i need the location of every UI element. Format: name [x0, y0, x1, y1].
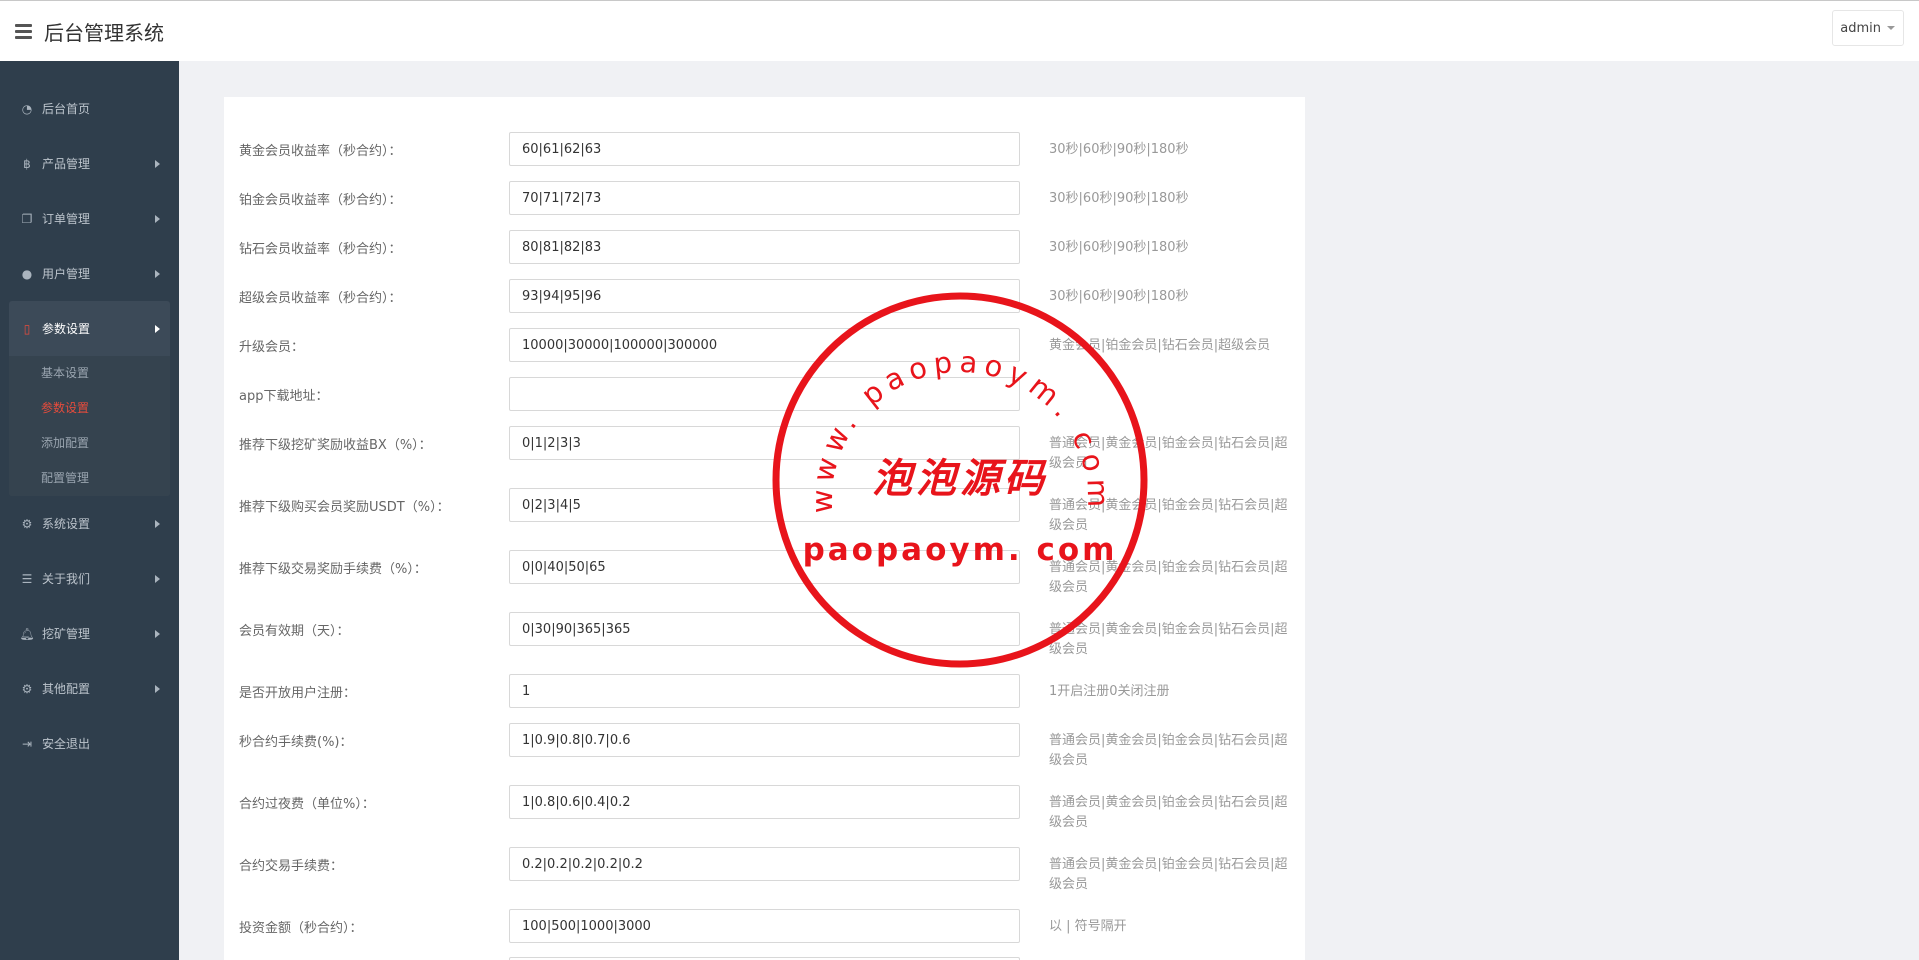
user-dropdown[interactable]: admin [1832, 10, 1904, 46]
field-hint: 普通会员|黄金会员|铂金会员|钻石会员|超级会员 [1049, 857, 1288, 892]
sidebar-item-orders[interactable]: ❐ 订单管理 [0, 191, 179, 246]
field-label: 黄金会员收益率（秒合约）： [239, 144, 402, 159]
chevron-right-icon [155, 269, 160, 278]
sidebar-item-params[interactable]: ▯ 参数设置 [9, 301, 170, 356]
sidebar-subitem-basic[interactable]: 基本设置 [9, 356, 170, 391]
field-label: 铂金会员收益率（秒合约）： [239, 193, 402, 208]
chevron-right-icon [155, 519, 160, 528]
sidebar-item-label: 关于我们 [42, 572, 91, 586]
sidebar-item-label: 系统设置 [42, 517, 91, 531]
user-icon: ● [21, 266, 33, 281]
sidebar-item-home[interactable]: ◔ 后台首页 [0, 81, 179, 136]
field-label: 推荐下级挖矿奖励收益BX（%）： [239, 438, 432, 453]
sidebar: ◔ 后台首页 ฿ 产品管理 ❐ 订单管理 ● 用户管理 ▯ 参数设置 基本设置 … [0, 61, 179, 960]
dashboard-icon: ◔ [21, 101, 33, 116]
field-label: 是否开放用户注册： [239, 686, 357, 701]
sidebar-item-label: 用户管理 [42, 267, 91, 281]
settings-form-panel: 黄金会员收益率（秒合约）： 30秒|60秒|90秒|180秒 铂金会员收益率（秒… [224, 97, 1305, 960]
sidebar-item-other-config[interactable]: ⚙ 其他配置 [0, 661, 179, 716]
sidebar-item-label: 产品管理 [42, 157, 91, 171]
field-label: 推荐下级交易奖励手续费（%）： [239, 562, 427, 577]
field-hint: 30秒|60秒|90秒|180秒 [1049, 240, 1189, 255]
sidebar-item-label: 挖矿管理 [42, 627, 91, 641]
sidebar-subitem-params[interactable]: 参数设置 [9, 391, 170, 426]
chevron-right-icon [155, 159, 160, 168]
field-label: app下载地址： [239, 389, 329, 404]
field-hint: 30秒|60秒|90秒|180秒 [1049, 289, 1189, 304]
field-hint: 普通会员|黄金会员|铂金会员|钻石会员|超级会员 [1049, 733, 1288, 768]
open-registration-input[interactable] [509, 674, 1020, 708]
chevron-down-icon [1887, 26, 1895, 30]
sidebar-item-label: 订单管理 [42, 212, 91, 226]
contract-trade-fee-input[interactable] [509, 847, 1020, 881]
sidebar-item-products[interactable]: ฿ 产品管理 [0, 136, 179, 191]
sidebar-item-logout[interactable]: ⇥ 安全退出 [0, 716, 179, 771]
sidebar-item-label: 其他配置 [42, 682, 91, 696]
field-label: 钻石会员收益率（秒合约）： [239, 242, 402, 257]
platinum-member-rate-input[interactable] [509, 181, 1020, 215]
sidebar-item-label: 参数设置 [42, 322, 91, 336]
referral-trade-fee-reward-input[interactable] [509, 550, 1020, 584]
chevron-right-icon [155, 214, 160, 223]
chevron-right-icon [155, 684, 160, 693]
field-hint: 普通会员|黄金会员|铂金会员|钻石会员|超级会员 [1049, 795, 1288, 830]
field-label: 秒合约手续费(%)： [239, 735, 353, 750]
field-hint: 普通会员|黄金会员|铂金会员|钻石会员|超级会员 [1049, 622, 1288, 657]
super-member-rate-input[interactable] [509, 279, 1020, 313]
sidebar-item-users[interactable]: ● 用户管理 [0, 246, 179, 301]
field-hint: 30秒|60秒|90秒|180秒 [1049, 191, 1189, 206]
logout-icon: ⇥ [21, 736, 33, 751]
second-contract-fee-input[interactable] [509, 723, 1020, 757]
referral-member-purchase-reward-input[interactable] [509, 488, 1020, 522]
sidebar-item-about[interactable]: ☰ 关于我们 [0, 551, 179, 606]
app-title: 后台管理系统 [44, 20, 164, 45]
field-label: 投资金额（秒合约）： [239, 921, 363, 936]
sidebar-subitem-config-manage[interactable]: 配置管理 [9, 461, 170, 496]
field-hint: 普通会员|黄金会员|铂金会员|钻石会员|超级会员 [1049, 560, 1288, 595]
app-download-url-input[interactable] [509, 377, 1020, 411]
top-bar: 后台管理系统 admin [0, 0, 1919, 61]
field-hint: 30秒|60秒|90秒|180秒 [1049, 142, 1189, 157]
contract-overnight-fee-input[interactable] [509, 785, 1020, 819]
field-hint: 普通会员|黄金会员|铂金会员|钻石会员|超级会员 [1049, 436, 1288, 471]
referral-mining-reward-input[interactable] [509, 426, 1020, 460]
user-name: admin [1840, 20, 1881, 36]
sidebar-item-label: 安全退出 [42, 737, 91, 751]
gear-icon: ⚙ [21, 681, 33, 696]
copy-icon: ❐ [21, 211, 33, 226]
investment-amount-input[interactable] [509, 909, 1020, 943]
file-icon: ▯ [23, 321, 31, 336]
bitcoin-icon: ฿ [23, 156, 31, 171]
member-validity-days-input[interactable] [509, 612, 1020, 646]
chevron-right-icon [155, 629, 160, 638]
sidebar-item-label: 后台首页 [42, 102, 91, 116]
sidebar-item-system[interactable]: ⚙ 系统设置 [0, 496, 179, 551]
field-label: 推荐下级购买会员奖励USDT（%）： [239, 500, 450, 515]
field-hint: 普通会员|黄金会员|铂金会员|钻石会员|超级会员 [1049, 498, 1288, 533]
sidebar-subitem-add-config[interactable]: 添加配置 [9, 426, 170, 461]
diamond-member-rate-input[interactable] [509, 230, 1020, 264]
upgrade-member-input[interactable] [509, 328, 1020, 362]
field-label: 超级会员收益率（秒合约）： [239, 291, 402, 306]
field-hint: 黄金会员|铂金会员|钻石会员|超级会员 [1049, 338, 1271, 353]
field-hint: 1开启注册0关闭注册 [1049, 684, 1170, 699]
field-label: 合约过夜费（单位%）： [239, 797, 375, 812]
sidebar-item-mining[interactable]: 🔔︎ 挖矿管理 [0, 606, 179, 661]
field-label: 升级会员： [239, 340, 305, 355]
chevron-right-icon [155, 324, 160, 333]
chevron-right-icon [155, 574, 160, 583]
menu-toggle-icon[interactable] [15, 23, 32, 39]
field-hint: 以 | 符号隔开 [1049, 919, 1127, 934]
sidebar-group-params: ▯ 参数设置 基本设置 参数设置 添加配置 配置管理 [9, 301, 170, 496]
gears-icon: ⚙ [21, 516, 33, 531]
field-label: 会员有效期（天）： [239, 624, 350, 639]
field-label: 合约交易手续费： [239, 859, 344, 874]
list-icon: ☰ [21, 571, 33, 586]
bell-icon: 🔔︎ [19, 626, 35, 641]
gold-member-rate-input[interactable] [509, 132, 1020, 166]
